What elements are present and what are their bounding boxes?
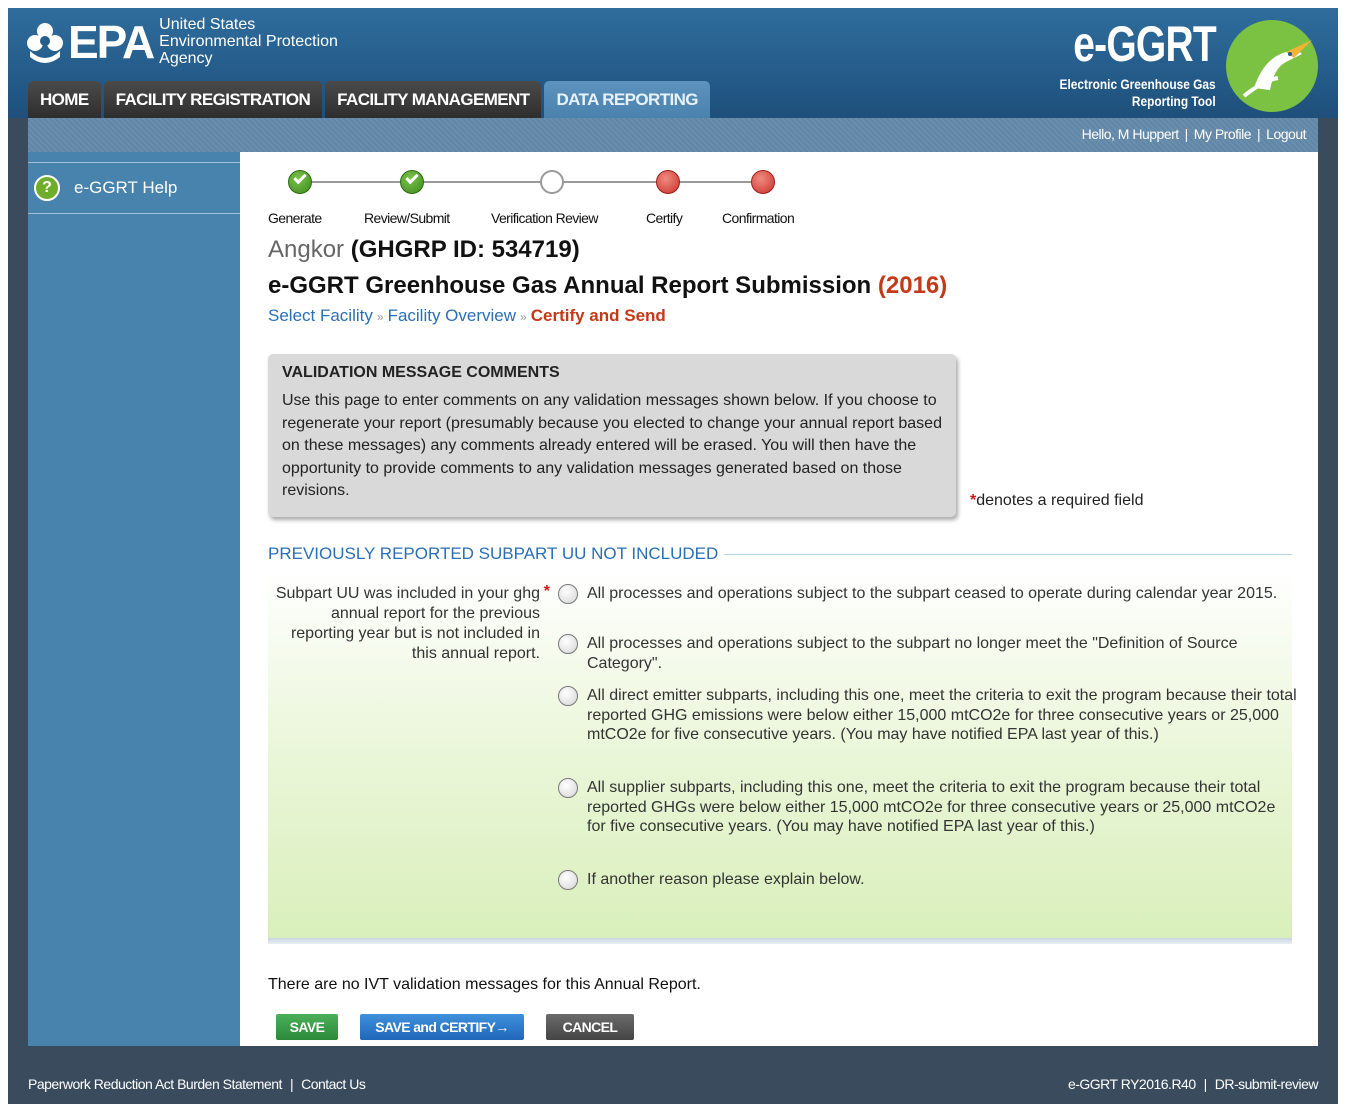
help-link[interactable]: ? e-GGRT Help [28,162,240,214]
page-title: e-GGRT Greenhouse Gas Annual Report Subm… [268,272,947,300]
user-greeting: Hello, M Huppert [1081,126,1180,142]
validation-body: Use this page to enter comments on any v… [282,392,942,499]
report-year: (2016) [877,272,948,299]
arrow-right-icon: → [495,1019,509,1035]
action-buttons: SAVE SAVE and CERTIFY → CANCEL [276,1014,656,1040]
required-star: * [543,583,550,600]
main-nav: HOME FACILITY REGISTRATION FACILITY MANA… [28,81,713,118]
tagline-line-1: Electronic Greenhouse Gas [1059,76,1216,92]
epa-logo[interactable]: EPA United States Environmental Protecti… [26,16,338,67]
radio-button[interactable] [558,584,578,604]
breadcrumb-separator: » [376,310,384,324]
footer-right: e-GGRT RY2016.R40 | DR-submit-review [1067,1076,1319,1092]
option-direct-emitter-exit[interactable]: All direct emitter subparts, including t… [558,686,1298,745]
save-button[interactable]: SAVE [276,1014,338,1040]
tab-data-reporting[interactable]: DATA REPORTING [544,81,710,118]
required-note-text: denotes a required field [976,492,1144,509]
main-content: Generate Review/Submit Verification Revi… [240,152,1318,1046]
breadcrumb-facility-overview[interactable]: Facility Overview [388,306,516,325]
option-supplier-exit[interactable]: All supplier subparts, including this on… [558,778,1298,837]
tab-facility-registration[interactable]: FACILITY REGISTRATION [103,81,323,118]
separator: | [1203,1076,1208,1092]
question-icon: ? [34,175,60,201]
option-label: All processes and operations subject to … [587,585,1278,602]
agency-line-1: United States [159,16,256,33]
breadcrumb-separator: » [520,310,527,324]
option-label: All supplier subparts, including this on… [587,779,1276,835]
section-title: PREVIOUSLY REPORTED SUBPART UU NOT INCLU… [268,544,725,564]
facility-heading: Angkor (GHGRP ID: 534719) [268,236,580,264]
user-bar: Hello, M Huppert | My Profile | Logout [28,118,1318,152]
tab-facility-management[interactable]: FACILITY MANAGEMENT [325,81,542,118]
agency-name: United States Environmental Protection A… [159,16,338,67]
save-and-certify-label: SAVE and CERTIFY [375,1019,496,1035]
footer: Paperwork Reduction Act Burden Statement… [28,1068,1319,1098]
facility-id: (GHGRP ID: 534719) [350,236,580,263]
separator: | [1184,126,1189,142]
step-label-review-submit: Review/Submit [364,210,450,226]
epa-flower-icon [27,22,63,63]
epa-wordmark: EPA [68,15,155,68]
step-label-verification-review: Verification Review [491,210,598,226]
eggrt-brand: e-GGRT Electronic Greenhouse Gas Reporti… [1016,14,1326,114]
panel-bottom-border [268,938,1292,944]
footer-left: Paperwork Reduction Act Burden Statement… [28,1076,366,1092]
question-text: Subpart UU was included in your ghg annu… [275,585,540,662]
tagline-line-2: Reporting Tool [1132,93,1216,109]
progress-steps: Generate Review/Submit Verification Revi… [268,168,828,228]
radio-button[interactable] [558,870,578,890]
version-text: e-GGRT RY2016.R40 [1067,1076,1196,1092]
step-label-certify: Certify [646,210,683,226]
egret-logo-icon [1226,20,1318,112]
contact-us-link[interactable]: Contact Us [301,1076,366,1092]
radio-button[interactable] [558,686,578,706]
separator: | [289,1076,294,1092]
separator: | [1257,126,1261,142]
step-generate-done-icon [288,170,312,194]
eggrt-wordmark: e-GGRT [1073,16,1216,72]
option-label: If another reason please explain below. [587,871,865,888]
validation-comments-box: VALIDATION MESSAGE COMMENTS Use this pag… [268,354,956,517]
help-label: e-GGRT Help [74,178,178,197]
site-header: EPA United States Environmental Protecti… [8,8,1338,118]
step-verification-open-icon [540,170,564,194]
my-profile-link[interactable]: My Profile [1194,126,1252,142]
eggrt-tagline: Electronic Greenhouse Gas Reporting Tool [1060,76,1216,110]
option-label: All processes and operations subject to … [587,635,1238,672]
step-connector [418,181,546,183]
validation-heading: VALIDATION MESSAGE COMMENTS [282,364,560,381]
page-frame: EPA United States Environmental Protecti… [8,8,1338,1104]
sidebar: ? e-GGRT Help [28,152,240,1046]
breadcrumb-select-facility[interactable]: Select Facility [268,306,373,325]
facility-name: Angkor [268,236,345,263]
user-links: Hello, M Huppert | My Profile | Logout [1081,126,1307,142]
breadcrumb: Select Facility» Facility Overview» Certif… [268,306,666,326]
radio-button[interactable] [558,634,578,654]
save-and-certify-button[interactable]: SAVE and CERTIFY → [360,1014,524,1040]
step-label-confirmation: Confirmation [722,210,795,226]
radio-button[interactable] [558,778,578,798]
required-field-note: *denotes a required field [970,492,1143,510]
option-ceased-operations[interactable]: All processes and operations subject to … [558,584,1298,604]
page-title-text: e-GGRT Greenhouse Gas Annual Report Subm… [268,272,872,299]
agency-line-3: Agency [159,50,213,67]
page-id-text: DR-submit-review [1214,1076,1319,1092]
step-certify-pending-icon [656,170,680,194]
step-confirmation-pending-icon [751,170,775,194]
question-label: Subpart UU was included in your ghg annu… [268,583,550,664]
subpart-question-panel: Subpart UU was included in your ghg annu… [268,570,1297,938]
no-ivt-message: There are no IVT validation messages for… [268,976,701,993]
breadcrumb-current: Certify and Send [530,306,666,325]
option-label: All direct emitter subparts, including t… [587,687,1297,743]
tab-home[interactable]: HOME [28,81,101,118]
step-review-done-icon [400,170,424,194]
step-label-generate: Generate [268,210,322,226]
option-no-longer-source-category[interactable]: All processes and operations subject to … [558,634,1298,673]
agency-line-2: Environmental Protection [159,33,338,50]
logout-link[interactable]: Logout [1266,126,1306,142]
option-other-reason[interactable]: If another reason please explain below. [558,870,1298,890]
cancel-button[interactable]: CANCEL [546,1014,634,1040]
paperwork-link[interactable]: Paperwork Reduction Act Burden Statement [28,1076,282,1092]
